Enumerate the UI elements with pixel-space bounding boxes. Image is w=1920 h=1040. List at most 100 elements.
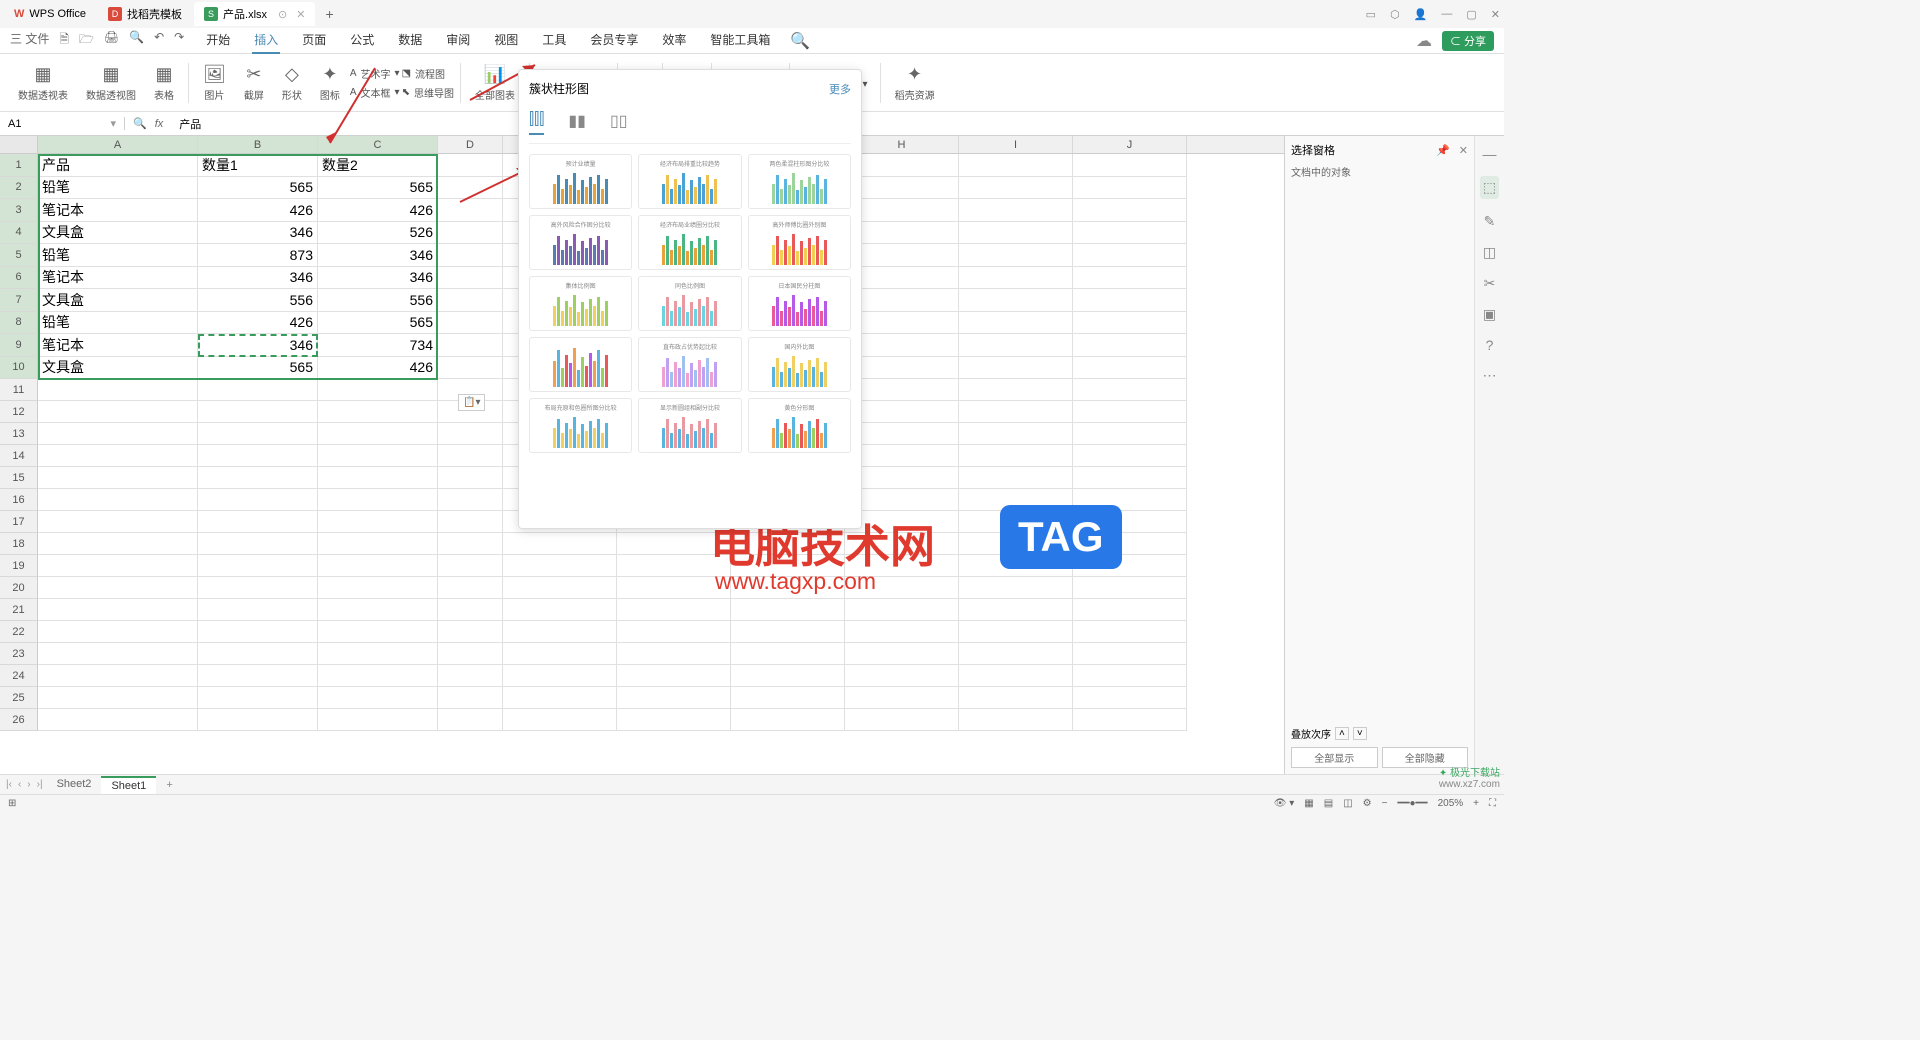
cell-I5[interactable] <box>959 244 1073 267</box>
cell-I18[interactable] <box>959 533 1073 555</box>
add-tab-button[interactable]: + <box>317 6 341 22</box>
cell-I25[interactable] <box>959 687 1073 709</box>
cell-C10[interactable]: 426 <box>318 357 438 380</box>
cell-A14[interactable] <box>38 445 198 467</box>
cell-H7[interactable] <box>845 289 959 312</box>
cell-A15[interactable] <box>38 467 198 489</box>
cell-D19[interactable] <box>438 555 503 577</box>
cell-E18[interactable] <box>503 533 617 555</box>
all-charts-button[interactable]: 📊全部图表 <box>467 64 523 102</box>
cell-J9[interactable] <box>1073 334 1187 357</box>
cell-D4[interactable] <box>438 222 503 245</box>
cell-I8[interactable] <box>959 312 1073 335</box>
cell-A23[interactable] <box>38 643 198 665</box>
cell-D18[interactable] <box>438 533 503 555</box>
menu-会员专享[interactable]: 会员专享 <box>588 27 640 54</box>
cell-I20[interactable] <box>959 577 1073 599</box>
cell-D9[interactable] <box>438 334 503 357</box>
close-window-icon[interactable]: ✕ <box>1491 8 1500 21</box>
cell-C11[interactable] <box>318 379 438 401</box>
view-break-icon[interactable]: ◫ <box>1343 798 1352 809</box>
row-header-24[interactable]: 24 <box>0 665 38 687</box>
cell-H24[interactable] <box>845 665 959 687</box>
row-header-18[interactable]: 18 <box>0 533 38 555</box>
cell-B2[interactable]: 565 <box>198 177 318 200</box>
cell-D17[interactable] <box>438 511 503 533</box>
cell-D7[interactable] <box>438 289 503 312</box>
cell-F22[interactable] <box>617 621 731 643</box>
cell-B1[interactable]: 数量1 <box>198 154 318 177</box>
cell-F25[interactable] <box>617 687 731 709</box>
chart-template-2[interactable]: 两色柔混柱形图分比较 <box>748 154 851 209</box>
cell-F18[interactable] <box>617 533 731 555</box>
cell-E23[interactable] <box>503 643 617 665</box>
cell-E21[interactable] <box>503 599 617 621</box>
cell-J10[interactable] <box>1073 357 1187 380</box>
cell-D22[interactable] <box>438 621 503 643</box>
cell-I13[interactable] <box>959 423 1073 445</box>
row-header-9[interactable]: 9 <box>0 334 38 357</box>
last-sheet-icon[interactable]: ›| <box>37 779 43 790</box>
cell-C12[interactable] <box>318 401 438 423</box>
cell-B16[interactable] <box>198 489 318 511</box>
cell-B11[interactable] <box>198 379 318 401</box>
cell-C17[interactable] <box>318 511 438 533</box>
col-header-J[interactable]: J <box>1073 136 1187 153</box>
cell-H20[interactable] <box>845 577 959 599</box>
cell-C22[interactable] <box>318 621 438 643</box>
cell-A12[interactable] <box>38 401 198 423</box>
row-header-14[interactable]: 14 <box>0 445 38 467</box>
cell-B6[interactable]: 346 <box>198 267 318 290</box>
cell-C9[interactable]: 734 <box>318 334 438 357</box>
art-text-button[interactable]: A艺术字 ▾ <box>350 66 400 81</box>
cell-D5[interactable] <box>438 244 503 267</box>
new-icon[interactable]: 🗎 <box>59 30 69 51</box>
row-header-23[interactable]: 23 <box>0 643 38 665</box>
layers-icon[interactable]: ◫ <box>1483 244 1496 261</box>
cell-C2[interactable]: 565 <box>318 177 438 200</box>
cell-B21[interactable] <box>198 599 318 621</box>
file-menu[interactable]: 三 文件 <box>10 30 49 51</box>
maximize-icon[interactable]: ▢ <box>1466 8 1476 21</box>
more-link[interactable]: 更多 <box>829 81 851 97</box>
cell-C5[interactable]: 346 <box>318 244 438 267</box>
cell-J18[interactable] <box>1073 533 1187 555</box>
share-button[interactable]: ⊂ 分享 <box>1442 31 1494 51</box>
chart-template-1[interactable]: 经济布局排重比较趋势 <box>638 154 741 209</box>
tools-icon[interactable]: ✂ <box>1484 275 1496 292</box>
cell-C4[interactable]: 526 <box>318 222 438 245</box>
chart-template-12[interactable]: 布局充原和色圈所图分比较 <box>529 398 632 453</box>
cell-B25[interactable] <box>198 687 318 709</box>
cell-B22[interactable] <box>198 621 318 643</box>
layout-icon[interactable]: ▭ <box>1366 8 1376 21</box>
cell-A21[interactable] <box>38 599 198 621</box>
cell-H22[interactable] <box>845 621 959 643</box>
cell-H15[interactable] <box>845 467 959 489</box>
fullscreen-icon[interactable]: ⛶ <box>1489 798 1496 809</box>
cell-F24[interactable] <box>617 665 731 687</box>
chart-template-5[interactable]: 高外师傅比圈外别图 <box>748 215 851 270</box>
collapse-icon[interactable]: — <box>1483 146 1497 162</box>
cell-E24[interactable] <box>503 665 617 687</box>
cell-C13[interactable] <box>318 423 438 445</box>
textbox-button[interactable]: A文本框 ▾ <box>350 85 400 100</box>
flowchart-button[interactable]: ⬔流程图 <box>402 66 454 81</box>
cell-I15[interactable] <box>959 467 1073 489</box>
file-tab-active[interactable]: S 产品.xlsx ⊙ ✕ <box>194 2 315 26</box>
col-header-D[interactable]: D <box>438 136 503 153</box>
sheet-tab-Sheet1[interactable]: Sheet1 <box>101 776 156 794</box>
cell-J26[interactable] <box>1073 709 1187 731</box>
row-header-19[interactable]: 19 <box>0 555 38 577</box>
more-icon[interactable]: ⋯ <box>1483 367 1497 384</box>
row-header-22[interactable]: 22 <box>0 621 38 643</box>
row-header-4[interactable]: 4 <box>0 222 38 245</box>
cell-H21[interactable] <box>845 599 959 621</box>
cell-A8[interactable]: 铅笔 <box>38 312 198 335</box>
cell-J14[interactable] <box>1073 445 1187 467</box>
cell-B10[interactable]: 565 <box>198 357 318 380</box>
cell-J17[interactable] <box>1073 511 1187 533</box>
view-normal-icon[interactable]: 👁 ▾ <box>1274 798 1295 809</box>
cell-F23[interactable] <box>617 643 731 665</box>
cell-H1[interactable] <box>845 154 959 177</box>
cell-J21[interactable] <box>1073 599 1187 621</box>
